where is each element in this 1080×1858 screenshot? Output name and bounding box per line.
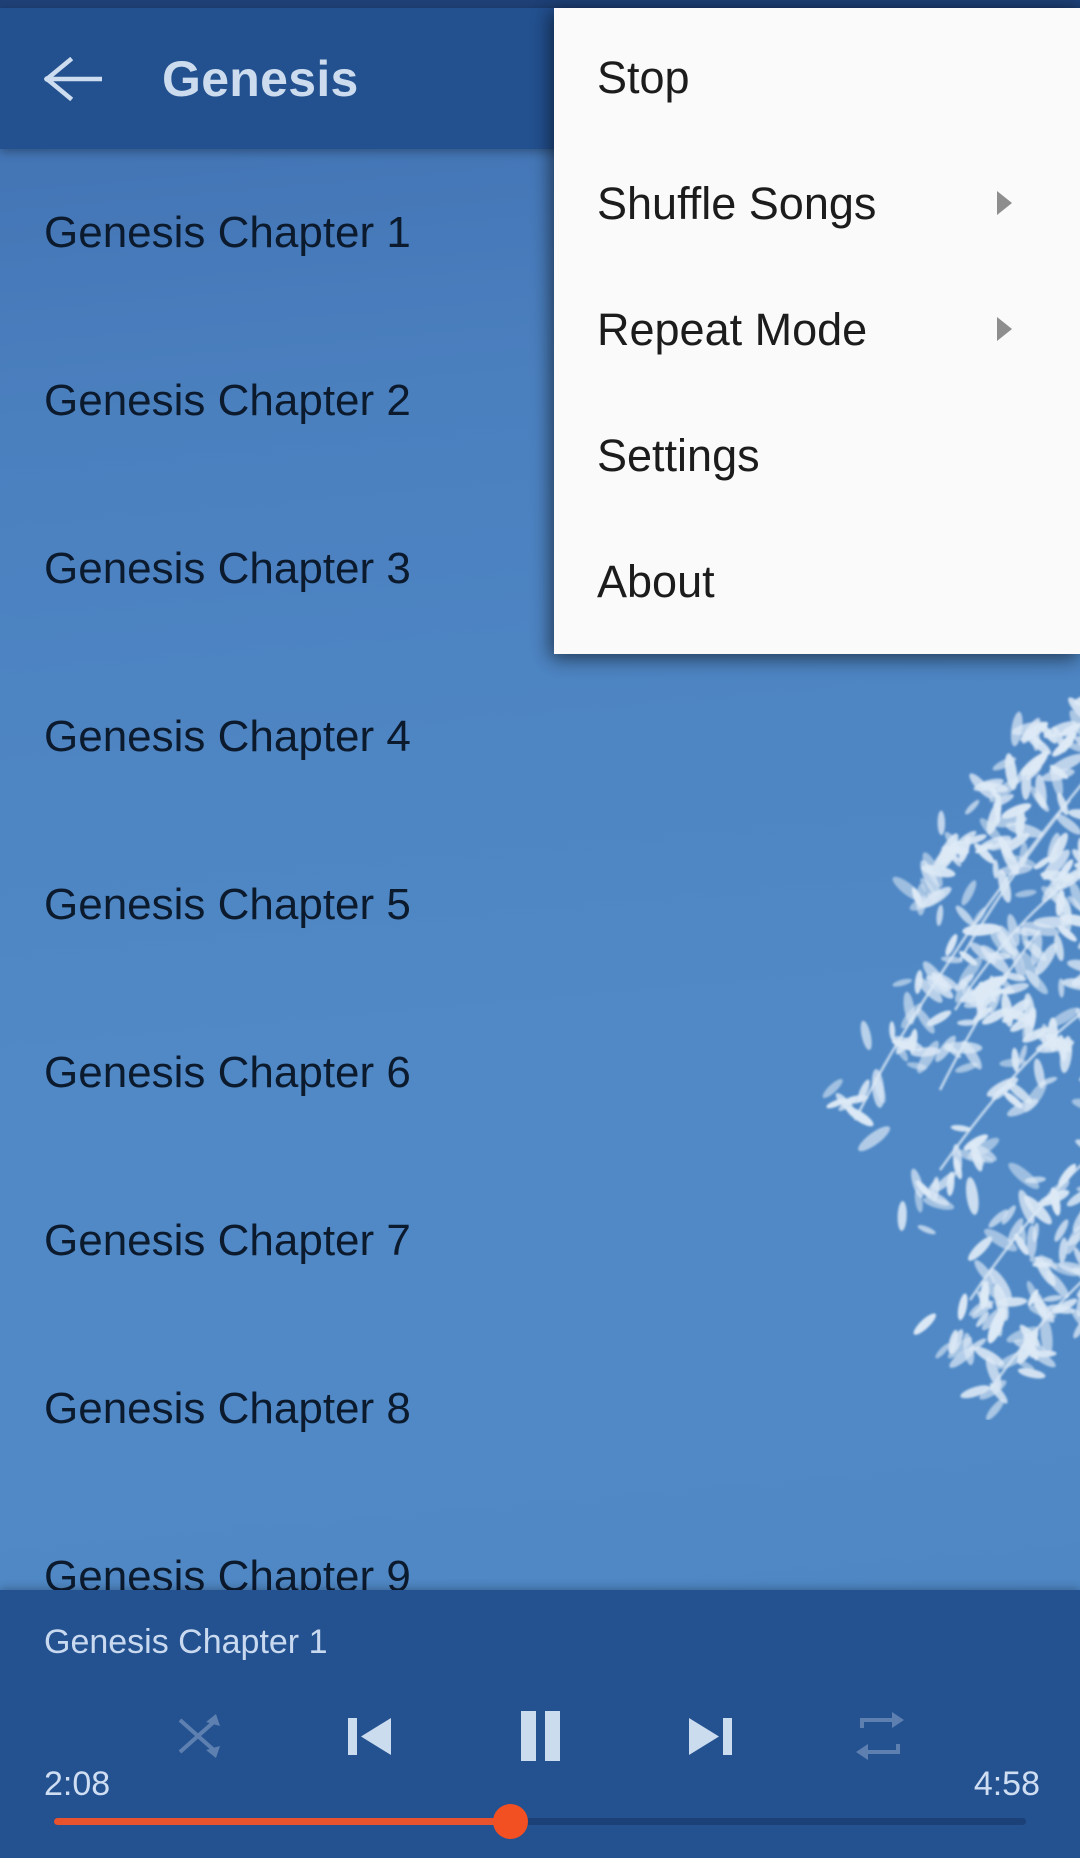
list-item[interactable]: Genesis Chapter 6 xyxy=(0,989,1080,1157)
menu-item-label: Shuffle Songs xyxy=(597,177,877,229)
app-screen: Genesis Genesis Chapter 1 Genesis Chapte… xyxy=(0,0,1080,1858)
overflow-menu[interactable]: Stop Shuffle Songs Repeat Mode Settings … xyxy=(554,8,1080,654)
status-bar xyxy=(0,0,1080,8)
previous-button[interactable] xyxy=(322,1688,418,1784)
list-item-label: Genesis Chapter 4 xyxy=(44,712,411,761)
menu-item-label: Repeat Mode xyxy=(597,303,868,355)
seek-slider[interactable] xyxy=(54,1801,1026,1841)
menu-item-repeat-mode[interactable]: Repeat Mode xyxy=(554,266,1080,392)
repeat-icon xyxy=(850,1706,910,1766)
menu-item-settings[interactable]: Settings xyxy=(554,392,1080,518)
list-item[interactable]: Genesis Chapter 4 xyxy=(0,653,1080,821)
back-button[interactable] xyxy=(34,40,112,118)
pause-icon xyxy=(507,1703,573,1769)
time-duration: 4:58 xyxy=(973,1765,1040,1803)
list-item[interactable]: Genesis Chapter 7 xyxy=(0,1157,1080,1325)
next-button[interactable] xyxy=(662,1688,758,1784)
menu-item-label: About xyxy=(597,555,715,607)
page-title: Genesis xyxy=(162,50,359,107)
seek-thumb[interactable] xyxy=(492,1804,528,1839)
menu-item-stop[interactable]: Stop xyxy=(554,14,1080,140)
pause-button[interactable] xyxy=(492,1688,588,1784)
list-item-label: Genesis Chapter 8 xyxy=(44,1384,411,1433)
repeat-button[interactable] xyxy=(832,1688,928,1784)
chevron-right-icon xyxy=(990,316,1020,342)
list-item[interactable]: Genesis Chapter 9 xyxy=(0,1493,1080,1591)
seek-progress-fill xyxy=(54,1818,511,1825)
list-item-label: Genesis Chapter 6 xyxy=(44,1048,411,1097)
chevron-right-icon xyxy=(990,190,1020,216)
player-controls xyxy=(0,1682,1080,1790)
menu-item-shuffle-songs[interactable]: Shuffle Songs xyxy=(554,140,1080,266)
list-item-label: Genesis Chapter 5 xyxy=(44,880,411,929)
menu-item-about[interactable]: About xyxy=(554,518,1080,644)
list-item[interactable]: Genesis Chapter 8 xyxy=(0,1325,1080,1493)
now-playing-title: Genesis Chapter 1 xyxy=(44,1623,328,1661)
next-icon xyxy=(679,1705,741,1767)
menu-item-label: Settings xyxy=(597,429,760,481)
menu-item-label: Stop xyxy=(597,51,690,103)
list-item-label: Genesis Chapter 9 xyxy=(44,1552,411,1591)
shuffle-icon xyxy=(170,1706,230,1766)
shuffle-button[interactable] xyxy=(152,1688,248,1784)
list-item-label: Genesis Chapter 2 xyxy=(44,376,411,425)
list-item[interactable]: Genesis Chapter 5 xyxy=(0,821,1080,989)
time-elapsed: 2:08 xyxy=(44,1765,111,1803)
arrow-left-icon xyxy=(44,56,102,101)
list-item-label: Genesis Chapter 1 xyxy=(44,208,411,257)
list-item-label: Genesis Chapter 3 xyxy=(44,544,411,593)
previous-icon xyxy=(339,1705,401,1767)
list-item-label: Genesis Chapter 7 xyxy=(44,1216,411,1265)
player-bar: Genesis Chapter 1 2:08 4:58 xyxy=(0,1590,1080,1858)
